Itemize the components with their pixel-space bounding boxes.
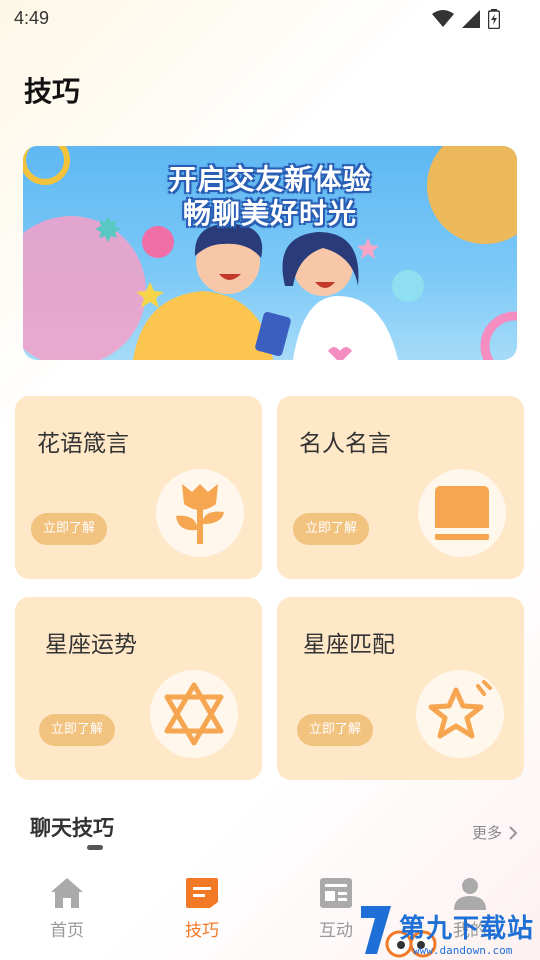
page-title: 技巧 — [24, 75, 81, 108]
battery-icon — [488, 9, 500, 29]
chevron-right-icon — [509, 825, 518, 840]
wifi-icon — [432, 10, 454, 27]
card-flower-language[interactable]: 花语箴言 立即了解 — [15, 396, 262, 579]
learn-more-button[interactable]: 立即了解 — [293, 513, 370, 545]
card-title: 星座运势 — [45, 632, 137, 658]
card-icon-wrap — [150, 670, 238, 758]
watermark-url: www.dandown.com — [413, 944, 513, 957]
card-icon-wrap — [416, 670, 504, 758]
card-icon-wrap — [156, 469, 244, 557]
home-icon — [51, 878, 83, 908]
status-bar: 4:49 — [0, 0, 540, 36]
tab-label: 首页 — [50, 921, 84, 941]
card-famous-quotes[interactable]: 名人名言 立即了解 — [277, 396, 524, 579]
more-label: 更多 — [471, 824, 502, 842]
promo-banner[interactable]: 开启交友新体验 畅聊美好时光 — [23, 146, 517, 360]
section-title-chat-tips: 聊天技巧 — [30, 816, 114, 840]
banner-subheadline: 畅聊美好时光 — [182, 197, 357, 230]
book-icon — [435, 486, 489, 540]
card-title: 花语箴言 — [37, 431, 129, 457]
star-icon — [428, 680, 492, 739]
learn-more-button[interactable]: 立即了解 — [31, 513, 108, 545]
interaction-icon — [320, 878, 352, 908]
signal-icon — [462, 10, 480, 28]
hexagram-icon — [164, 682, 224, 746]
tab-tips[interactable]: 技巧 — [162, 876, 242, 941]
status-time: 4:49 — [14, 8, 50, 28]
tab-label: 技巧 — [185, 921, 219, 941]
status-icons — [432, 9, 500, 29]
card-horoscope[interactable]: 星座运势 立即了解 — [15, 597, 262, 780]
card-title: 名人名言 — [299, 431, 391, 457]
card-zodiac-match[interactable]: 星座匹配 立即了解 — [277, 597, 524, 780]
tips-icon — [186, 878, 218, 908]
watermark: 第九下载站 www.dandown.com — [351, 900, 536, 960]
section-underline — [87, 845, 103, 850]
watermark-text: 第九下载站 — [399, 914, 535, 944]
card-icon-wrap — [418, 469, 506, 557]
learn-more-button[interactable]: 立即了解 — [297, 714, 374, 746]
flower-icon — [176, 484, 224, 544]
more-link[interactable]: 更多 — [472, 822, 518, 843]
tab-home[interactable]: 首页 — [27, 876, 107, 941]
learn-more-button[interactable]: 立即了解 — [39, 714, 116, 746]
card-title: 星座匹配 — [303, 632, 395, 658]
